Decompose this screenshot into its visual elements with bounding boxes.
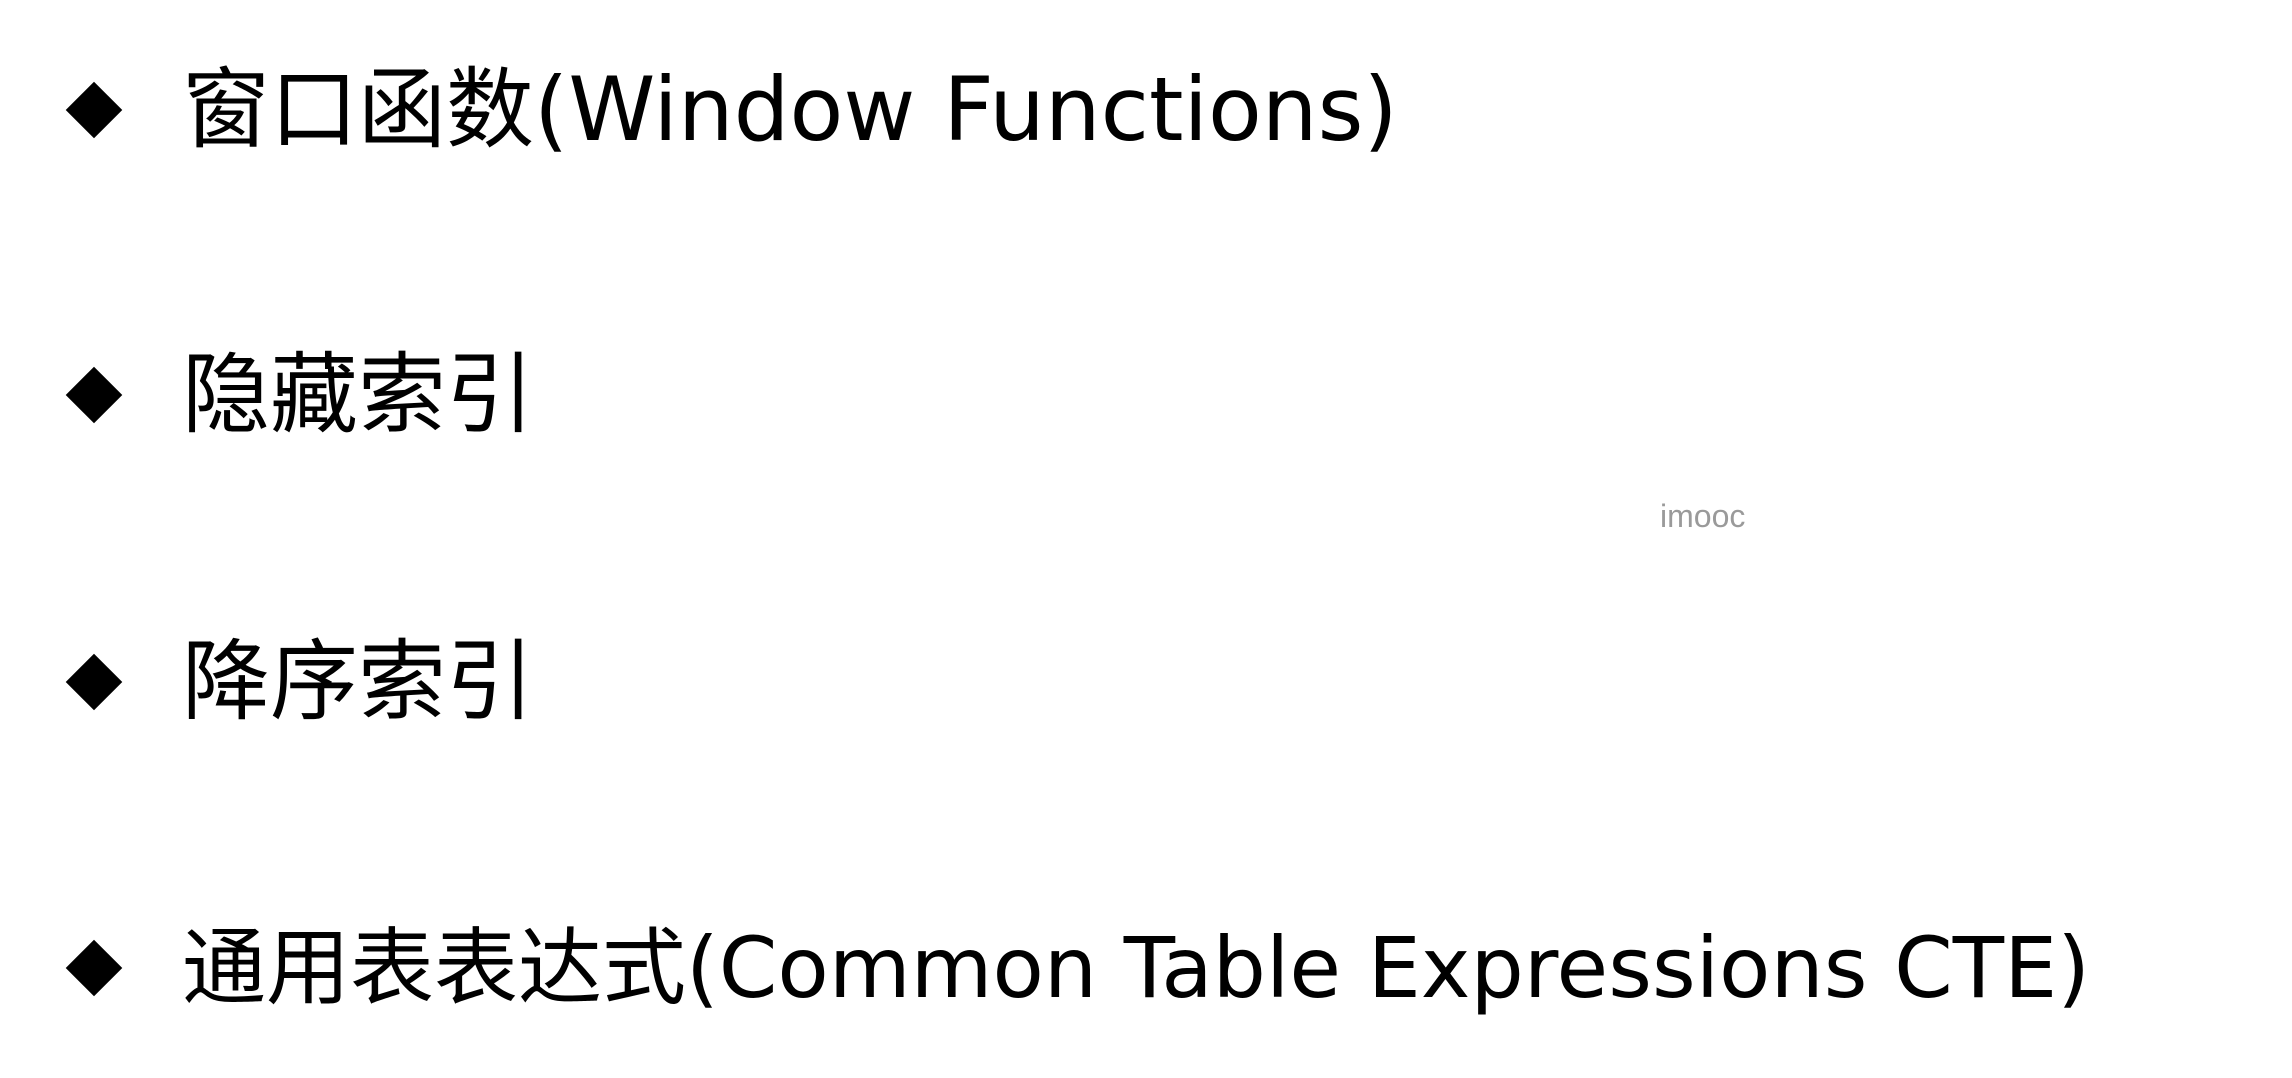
diamond-bullet-icon — [66, 367, 122, 423]
bullet-item-descending-indexes: 降序索引 — [66, 622, 534, 742]
diamond-bullet-icon — [66, 82, 122, 138]
bullet-item-cte: 通用表表达式(Common Table Expressions CTE) — [66, 908, 2090, 1028]
bullet-item-invisible-indexes: 隐藏索引 — [66, 335, 534, 455]
bullet-item-window-functions: 窗口函数(Window Functions) — [66, 50, 1398, 170]
bullet-text: 通用表表达式(Common Table Expressions CTE) — [182, 919, 2090, 1017]
bullet-text: 窗口函数(Window Functions) — [182, 58, 1398, 161]
diamond-bullet-icon — [66, 940, 122, 996]
bullet-text: 降序索引 — [182, 630, 535, 733]
slide: 窗口函数(Window Functions) 隐藏索引 降序索引 通用表表达式(… — [0, 0, 2292, 1078]
watermark: imooc — [1660, 498, 1746, 534]
bullet-text: 隐藏索引 — [182, 343, 535, 446]
diamond-bullet-icon — [66, 654, 122, 710]
